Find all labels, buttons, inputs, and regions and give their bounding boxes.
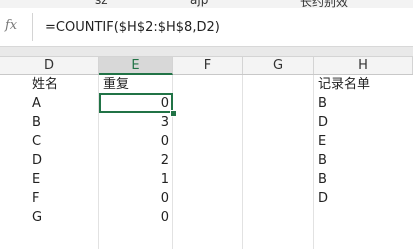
cell-e6[interactable]: 1 [99, 170, 172, 189]
cell-h7[interactable]: D [314, 189, 413, 208]
column-header-f[interactable]: F [173, 57, 243, 74]
cell-e7[interactable]: 0 [99, 189, 172, 208]
cell-e8[interactable]: 0 [99, 208, 172, 227]
column-header-h[interactable]: H [314, 57, 413, 74]
fill-handle[interactable] [170, 110, 177, 117]
cell-h2[interactable]: B [314, 94, 413, 113]
cell-e5[interactable]: 2 [99, 151, 172, 170]
column-header-e[interactable]: E [99, 57, 173, 75]
column-header-d[interactable]: D [0, 57, 99, 74]
cell-d2[interactable]: A [28, 94, 102, 113]
table-row: E 1 B [0, 170, 413, 189]
column-header-row: D E F G H [0, 57, 413, 75]
cell-e1[interactable]: 重复 [99, 75, 176, 94]
cell-h3[interactable]: D [314, 113, 413, 132]
table-row: B 3 D [0, 113, 413, 132]
table-row: A 0 B [0, 94, 413, 113]
function-icon[interactable]: fx [5, 18, 17, 33]
cell-d4[interactable]: C [28, 132, 102, 151]
ribbon-fragment: 长约别效 [300, 0, 349, 8]
active-cell-border [99, 93, 173, 113]
formula-bar: fx =COUNTIF($H$2:$H$8,D2) [0, 8, 413, 47]
ribbon-fragment: sz [95, 0, 108, 7]
table-row: G 0 [0, 208, 413, 227]
cell-h6[interactable]: B [314, 170, 413, 189]
column-header-g[interactable]: G [243, 57, 314, 74]
cell-d5[interactable]: D [28, 151, 102, 170]
cell-e3[interactable]: 3 [99, 113, 172, 132]
cell-e4[interactable]: 0 [99, 132, 172, 151]
cell-h8[interactable] [314, 208, 413, 227]
cell-h4[interactable]: E [314, 132, 413, 151]
table-row: D 2 B [0, 151, 413, 170]
cell-d6[interactable]: E [28, 170, 102, 189]
cell-d7[interactable]: F [28, 189, 102, 208]
cell-d8[interactable]: G [28, 208, 102, 227]
cell-d3[interactable]: B [28, 113, 102, 132]
cell-d1[interactable]: 姓名 [28, 75, 102, 94]
spreadsheet-grid: 姓名 重复 记录名单 A 0 B B 3 D C 0 E D 2 B E 1 B… [0, 75, 413, 249]
formula-bar-gap [0, 47, 413, 57]
cell-h5[interactable]: B [314, 151, 413, 170]
cell-h1[interactable]: 记录名单 [314, 75, 413, 94]
table-row: 姓名 重复 记录名单 [0, 75, 413, 94]
formula-bar-divider [32, 13, 33, 41]
table-row: F 0 D [0, 189, 413, 208]
ribbon-fragment: ajp [190, 0, 209, 7]
ribbon-fragment-strip: sz ajp 长约别效 [0, 0, 413, 8]
formula-text[interactable]: =COUNTIF($H$2:$H$8,D2) [45, 20, 220, 35]
table-row: C 0 E [0, 132, 413, 151]
